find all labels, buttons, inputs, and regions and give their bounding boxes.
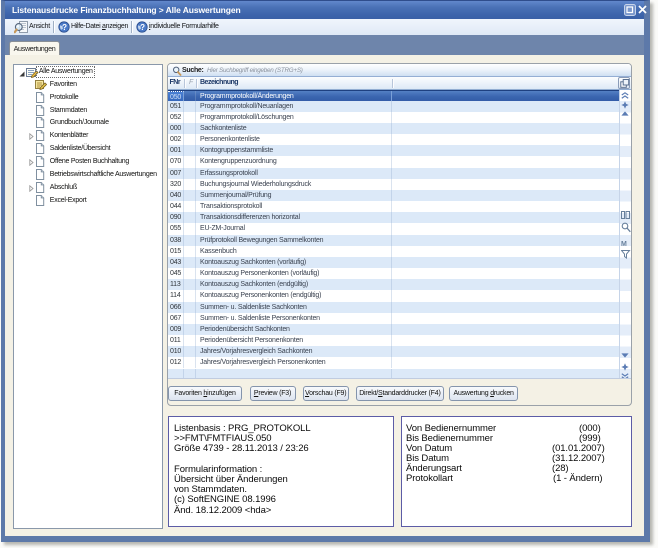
svg-text:?: ? bbox=[140, 23, 145, 32]
svg-text:?: ? bbox=[62, 23, 67, 32]
svg-text:M: M bbox=[621, 241, 627, 247]
